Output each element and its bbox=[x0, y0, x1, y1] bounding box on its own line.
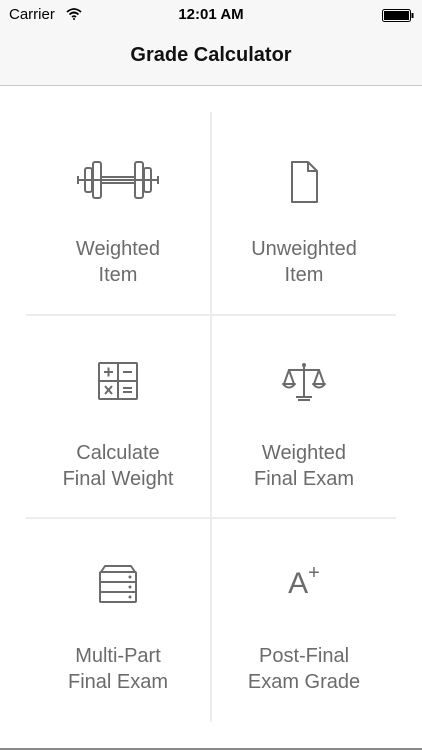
label-line: Weighted bbox=[75, 238, 161, 260]
weighted-item-button[interactable]: Weighted Item bbox=[26, 112, 210, 314]
label-line: Calculate bbox=[76, 442, 160, 464]
calculator-icon bbox=[98, 362, 138, 400]
post-final-exam-grade-label: Post-Final Exam Grade bbox=[212, 643, 396, 695]
document-icon bbox=[291, 161, 318, 203]
label-line: Final Weight bbox=[62, 468, 174, 490]
a-plus-letter: A bbox=[288, 567, 309, 600]
status-bar: Carrier 12:01 AM bbox=[0, 0, 422, 30]
multi-part-final-exam-button[interactable]: Multi-Part Final Exam bbox=[26, 519, 210, 721]
a-plus-icon: A+ bbox=[288, 562, 320, 601]
weighted-final-exam-label: Weighted Final Exam bbox=[212, 440, 396, 492]
post-final-exam-grade-button[interactable]: A+ Post-Final Exam Grade bbox=[212, 519, 396, 721]
label-line: Item bbox=[284, 264, 324, 286]
label-line: Final Exam bbox=[67, 671, 169, 693]
calculator-grid: Weighted Item Unweighted Item Calculate … bbox=[0, 86, 422, 750]
battery-icon bbox=[382, 9, 414, 22]
scale-icon bbox=[282, 363, 326, 401]
unweighted-item-label: Unweighted Item bbox=[212, 236, 396, 288]
a-plus-sign: + bbox=[308, 562, 320, 584]
label-line: Weighted bbox=[261, 442, 347, 464]
calculate-final-weight-label: Calculate Final Weight bbox=[26, 440, 210, 492]
calculate-final-weight-button[interactable]: Calculate Final Weight bbox=[26, 316, 210, 518]
label-line: Exam Grade bbox=[247, 671, 361, 693]
label-line: Final Exam bbox=[253, 468, 355, 490]
label-line: Post-Final bbox=[258, 645, 350, 667]
weighted-item-label: Weighted Item bbox=[26, 236, 210, 288]
unweighted-item-button[interactable]: Unweighted Item bbox=[212, 112, 396, 314]
navigation-bar: Grade Calculator bbox=[0, 30, 422, 86]
multi-part-final-exam-label: Multi-Part Final Exam bbox=[26, 643, 210, 695]
weighted-final-exam-button[interactable]: Weighted Final Exam bbox=[212, 316, 396, 518]
barbell-icon bbox=[77, 161, 159, 199]
label-line: Item bbox=[98, 264, 138, 286]
stack-icon bbox=[99, 565, 137, 603]
label-line: Multi-Part bbox=[75, 645, 161, 667]
label-line: Unweighted bbox=[251, 238, 357, 260]
page-title: Grade Calculator bbox=[130, 44, 292, 66]
clock: 12:01 AM bbox=[178, 6, 244, 23]
